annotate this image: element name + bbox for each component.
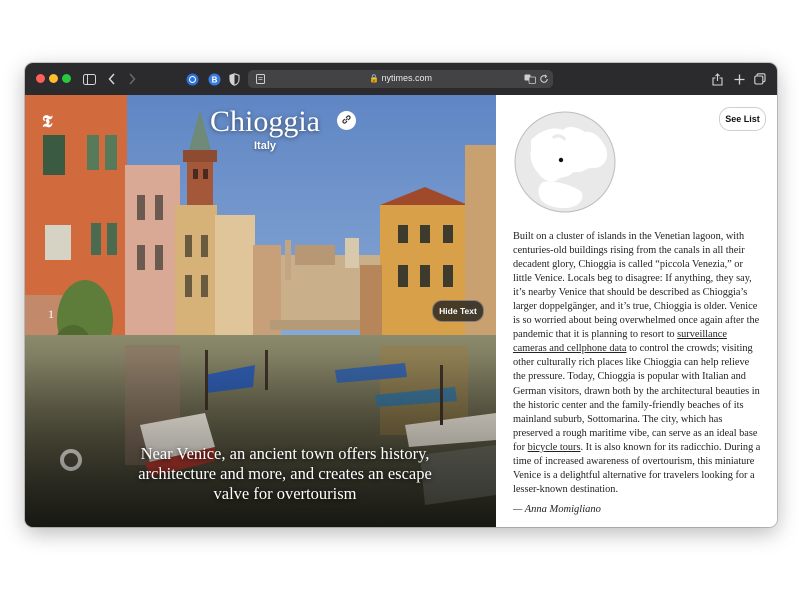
- url-text: 🔒 nytimes.com: [369, 73, 432, 83]
- browser-window: B 🔒 nytimes.com 𝕿 Chioggia Italy 1 Hide …: [25, 63, 777, 527]
- slide-number: 1: [48, 307, 54, 321]
- sidebar-toggle-icon[interactable]: [81, 71, 97, 87]
- translate-icon[interactable]: [523, 72, 537, 86]
- minimize-window-button[interactable]: [49, 74, 58, 83]
- forward-chevron-icon[interactable]: [124, 71, 140, 87]
- back-chevron-icon[interactable]: [104, 71, 120, 87]
- address-bar[interactable]: 🔒 nytimes.com: [248, 70, 553, 88]
- close-window-button[interactable]: [36, 74, 45, 83]
- browser-toolbar: B 🔒 nytimes.com: [25, 63, 777, 96]
- link-icon: [341, 112, 352, 130]
- extension-icon[interactable]: B: [206, 71, 222, 87]
- share-icon[interactable]: [709, 71, 725, 87]
- copy-link-button[interactable]: [337, 111, 356, 130]
- svg-text:B: B: [211, 75, 217, 84]
- maximize-window-button[interactable]: [62, 74, 71, 83]
- tab-overview-icon[interactable]: [752, 71, 768, 87]
- lock-icon: 🔒: [369, 74, 379, 83]
- article-author: — Anna Momigliano: [513, 504, 601, 515]
- europe-globe-map: [514, 111, 616, 213]
- place-country: Italy: [253, 140, 276, 152]
- place-title: Chioggia: [210, 105, 320, 138]
- hide-text-button[interactable]: Hide Text: [432, 300, 484, 322]
- extension-icon[interactable]: [184, 71, 200, 87]
- article-panel: See List Built on a cluster of islands i…: [496, 95, 777, 527]
- article-body: Built on a cluster of islands in the Ven…: [513, 231, 761, 495]
- bicycle-tours-link[interactable]: bicycle tours: [528, 442, 581, 453]
- photo-caption: Near Venice, an ancient town offers hist…: [138, 444, 432, 503]
- nyt-logo[interactable]: 𝕿: [42, 112, 52, 132]
- chioggia-photo: 𝕿 Chioggia Italy 1 Hide Text Near Venice…: [25, 95, 496, 527]
- new-tab-icon[interactable]: [731, 71, 747, 87]
- privacy-shield-icon[interactable]: [226, 71, 242, 87]
- reload-icon[interactable]: [537, 72, 551, 86]
- see-list-button[interactable]: See List: [719, 107, 766, 131]
